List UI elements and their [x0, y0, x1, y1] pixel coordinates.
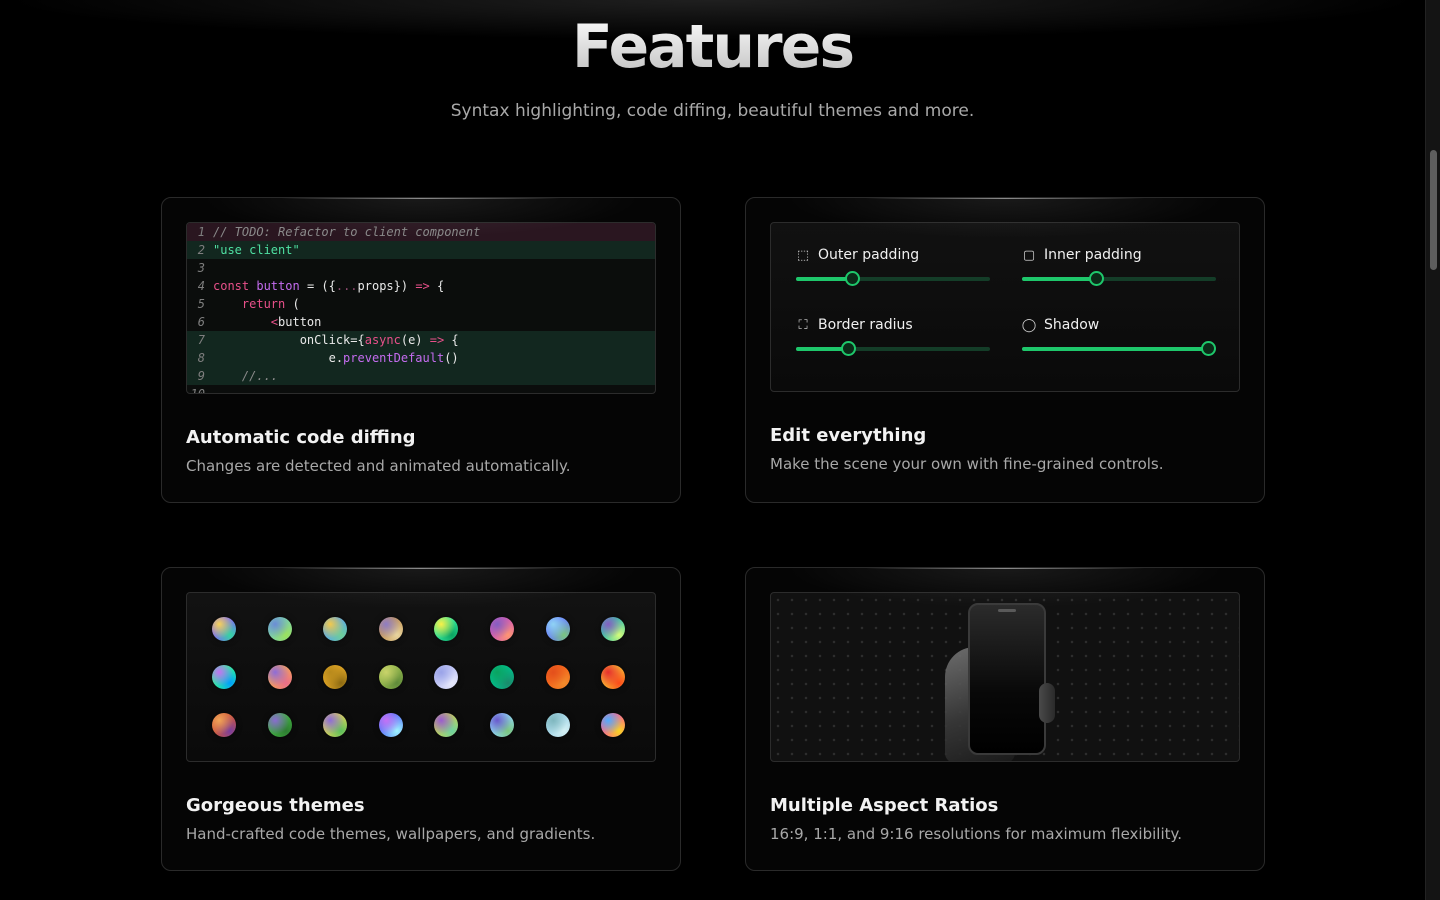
code-line: 10 — [187, 385, 655, 394]
line-number: 8 — [197, 351, 205, 365]
code-text: const button = ({...props}) => { — [213, 279, 445, 293]
page-title: Features — [0, 12, 1425, 82]
card-description: Changes are detected and animated automa… — [186, 457, 571, 475]
card-description: Make the scene your own with fine-graine… — [770, 455, 1164, 473]
code-line: 5 return ( — [187, 295, 655, 313]
shadow-icon: ◯ — [1021, 317, 1037, 333]
code-line: 1 // TODO: Refactor to client component — [187, 223, 655, 241]
line-number: 5 — [197, 297, 205, 311]
theme-swatch[interactable] — [212, 617, 236, 641]
feature-card-code-diffing: 1 // TODO: Refactor to client component 2 "… — [161, 197, 681, 503]
code-line: 8 e.preventDefault() — [187, 349, 655, 367]
theme-swatch[interactable] — [323, 665, 347, 689]
theme-swatches-grid — [186, 592, 656, 762]
feature-card-themes: Gorgeous themes Hand-crafted code themes… — [161, 567, 681, 871]
page-subtitle: Syntax highlighting, code diffing, beaut… — [450, 101, 975, 121]
theme-swatch[interactable] — [379, 617, 403, 641]
slider-handle[interactable] — [841, 341, 856, 356]
code-line: 7 onClick={async(e) => { — [187, 331, 655, 349]
theme-swatch[interactable] — [268, 665, 292, 689]
code-text: //... — [213, 369, 279, 383]
border-radius-slider[interactable] — [796, 341, 990, 356]
theme-swatch[interactable] — [268, 617, 292, 641]
control-outer-padding: ⬚ Outer padding — [796, 247, 990, 286]
inner-padding-icon: ▢ — [1022, 247, 1036, 263]
card-description: 16:9, 1:1, and 9:16 resolutions for maxi… — [770, 825, 1182, 843]
card-title: Edit everything — [770, 425, 927, 446]
scrollbar-thumb[interactable] — [1430, 150, 1437, 270]
code-line: 2 "use client" — [187, 241, 655, 259]
code-line: 6 <button — [187, 313, 655, 331]
outer-padding-slider[interactable] — [796, 271, 990, 286]
code-text: // TODO: Refactor to client component — [213, 225, 481, 239]
inner-padding-slider[interactable] — [1022, 271, 1216, 286]
line-number: 6 — [197, 315, 205, 329]
controls-panel: ⬚ Outer padding ▢ Inner padding ⛶ Border ra… — [770, 222, 1240, 392]
control-label: Inner padding — [1044, 247, 1142, 263]
code-text: e.preventDefault() — [213, 351, 459, 365]
code-text: return ( — [241, 297, 300, 311]
theme-swatch[interactable] — [434, 713, 458, 737]
slider-handle[interactable] — [845, 271, 860, 286]
theme-swatch[interactable] — [212, 713, 236, 737]
theme-swatch[interactable] — [379, 713, 403, 737]
theme-swatch[interactable] — [434, 617, 458, 641]
line-number: 9 — [197, 369, 205, 383]
theme-swatch[interactable] — [379, 665, 403, 689]
theme-swatch[interactable] — [490, 617, 514, 641]
theme-swatch[interactable] — [212, 665, 236, 689]
card-description: Hand-crafted code themes, wallpapers, an… — [186, 825, 596, 843]
control-border-radius: ⛶ Border radius — [796, 317, 990, 356]
phone-image — [968, 603, 1046, 755]
border-radius-icon: ⛶ — [798, 317, 808, 333]
card-title: Multiple Aspect Ratios — [770, 795, 999, 816]
page-scrollbar[interactable] — [1425, 0, 1440, 900]
code-diff-preview: 1 // TODO: Refactor to client component 2 "… — [186, 222, 656, 394]
theme-swatch[interactable] — [546, 713, 570, 737]
line-number: 1 — [197, 225, 205, 239]
code-line: 3 — [187, 259, 655, 277]
line-number: 2 — [197, 243, 205, 257]
control-label: Border radius — [818, 317, 913, 333]
line-number: 3 — [197, 261, 205, 275]
theme-swatch[interactable] — [601, 665, 625, 689]
line-number: 4 — [197, 279, 205, 293]
theme-swatch[interactable] — [323, 617, 347, 641]
control-label: Shadow — [1044, 317, 1100, 333]
outer-padding-icon: ⬚ — [796, 247, 810, 263]
shadow-slider[interactable] — [1022, 341, 1216, 356]
feature-card-aspect-ratios: Multiple Aspect Ratios 16:9, 1:1, and 9:… — [745, 567, 1265, 871]
code-line: 4 const button = ({...props}) => { — [187, 277, 655, 295]
theme-swatch[interactable] — [601, 617, 625, 641]
control-label: Outer padding — [818, 247, 920, 263]
theme-swatch[interactable] — [490, 665, 514, 689]
theme-swatch[interactable] — [546, 665, 570, 689]
theme-swatch[interactable] — [490, 713, 514, 737]
code-text: <button — [270, 315, 322, 329]
theme-swatch[interactable] — [434, 665, 458, 689]
code-text: onClick={async(e) => { — [213, 333, 459, 347]
aspect-ratio-preview — [770, 592, 1240, 762]
theme-swatch[interactable] — [268, 713, 292, 737]
feature-card-edit-everything: ⬚ Outer padding ▢ Inner padding ⛶ Border ra… — [745, 197, 1265, 503]
finger-image — [1039, 683, 1055, 723]
theme-swatch[interactable] — [323, 713, 347, 737]
card-title: Automatic code diffing — [186, 427, 416, 448]
line-number: 7 — [197, 333, 205, 347]
code-text: "use client" — [213, 243, 300, 257]
theme-swatch[interactable] — [601, 713, 625, 737]
line-number: 10 — [190, 387, 205, 394]
slider-handle[interactable] — [1089, 271, 1104, 286]
control-shadow: ◯ Shadow — [1021, 317, 1216, 356]
slider-handle[interactable] — [1201, 341, 1216, 356]
code-line: 9 //... — [187, 367, 655, 385]
theme-swatch[interactable] — [546, 617, 570, 641]
control-inner-padding: ▢ Inner padding — [1022, 247, 1216, 286]
card-title: Gorgeous themes — [186, 795, 365, 816]
